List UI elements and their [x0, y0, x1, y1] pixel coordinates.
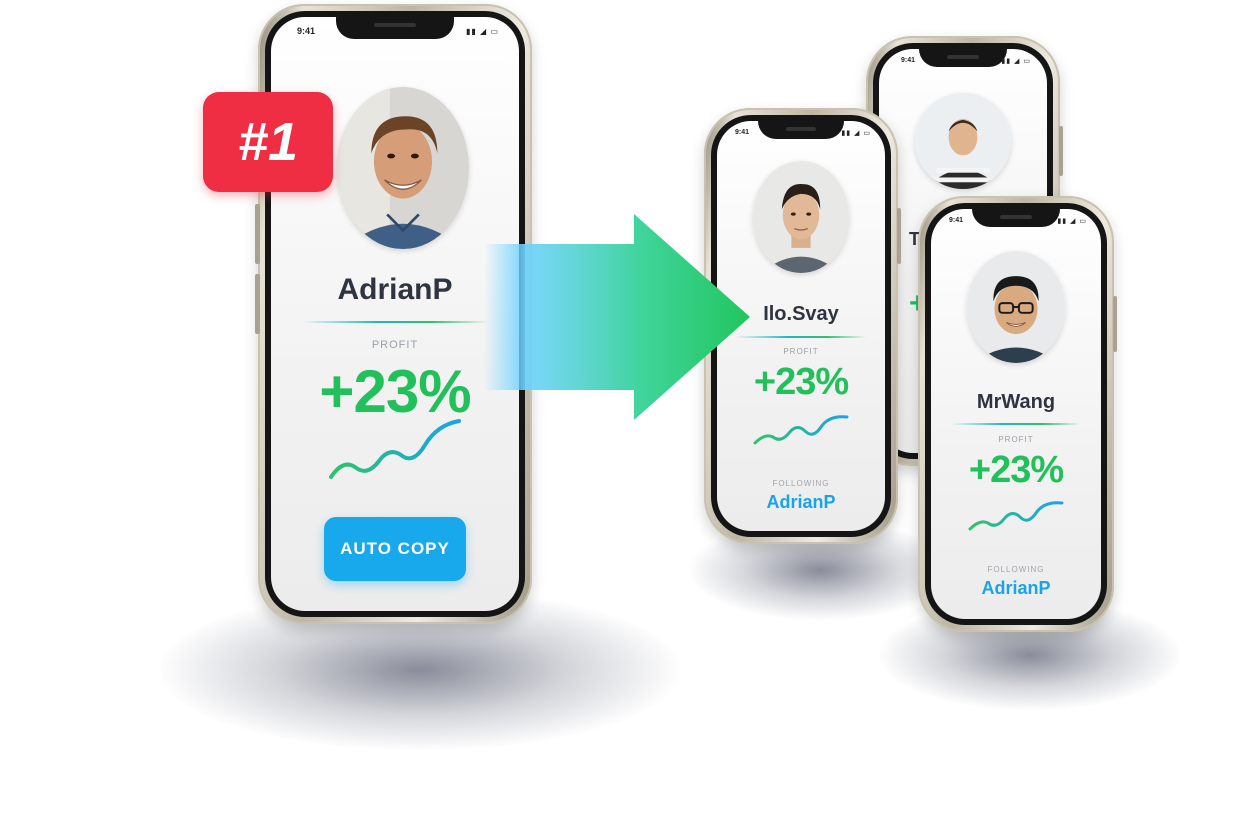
status-icons: ▮▮ ◢ ▭ — [1057, 218, 1087, 225]
phone-notch — [758, 121, 844, 139]
status-icons: ▮▮ ◢ ▭ — [466, 27, 499, 36]
status-icons: ▮▮ ◢ ▭ — [841, 130, 871, 137]
side-button — [1059, 126, 1063, 176]
profit-value: +23% — [968, 449, 1064, 491]
rank-badge: #1 — [203, 92, 333, 192]
name-divider — [951, 423, 1081, 425]
status-icons: ▮▮ ◢ ▭ — [1001, 58, 1031, 65]
leader-name: AdrianP — [337, 273, 453, 306]
user-name: MrWang — [976, 391, 1056, 413]
name-divider — [736, 336, 866, 338]
name-divider — [302, 321, 488, 323]
phone-notch — [336, 17, 454, 39]
following-name: AdrianP — [766, 492, 836, 512]
following-label: FOLLOWING — [987, 565, 1045, 574]
user-avatar — [915, 93, 1011, 189]
profit-sparkline — [753, 415, 849, 445]
profit-label: PROFIT — [371, 339, 419, 351]
volume-down-button — [255, 204, 260, 264]
leader-avatar — [337, 87, 469, 249]
copy-arrow-icon — [484, 214, 750, 420]
following-label: FOLLOWING — [772, 479, 830, 488]
user-avatar — [967, 251, 1065, 363]
profit-sparkline — [968, 501, 1064, 531]
phone-notch — [972, 209, 1060, 227]
profit-sparkline — [329, 419, 461, 479]
copy-trading-illustration: 9:41 ▮▮ ◢ ▭ T + — [0, 0, 1254, 820]
auto-copy-button[interactable]: AUTO COPY — [324, 517, 466, 581]
side-button — [1113, 296, 1117, 352]
status-time: 9:41 — [901, 57, 916, 64]
following-name: AdrianP — [981, 578, 1051, 598]
status-time: 9:41 — [949, 217, 964, 224]
profit-label: PROFIT — [998, 435, 1034, 444]
follower-phone-mrwang: 9:41 ▮▮ ◢ ▭ MrWang PROFIT +23% FOLLOWING… — [918, 196, 1117, 632]
status-time: 9:41 — [735, 129, 750, 136]
volume-button-3 — [255, 274, 260, 334]
status-time: 9:41 — [297, 26, 316, 36]
phone-notch — [919, 49, 1007, 67]
user-avatar — [753, 161, 849, 273]
side-button — [897, 208, 901, 264]
